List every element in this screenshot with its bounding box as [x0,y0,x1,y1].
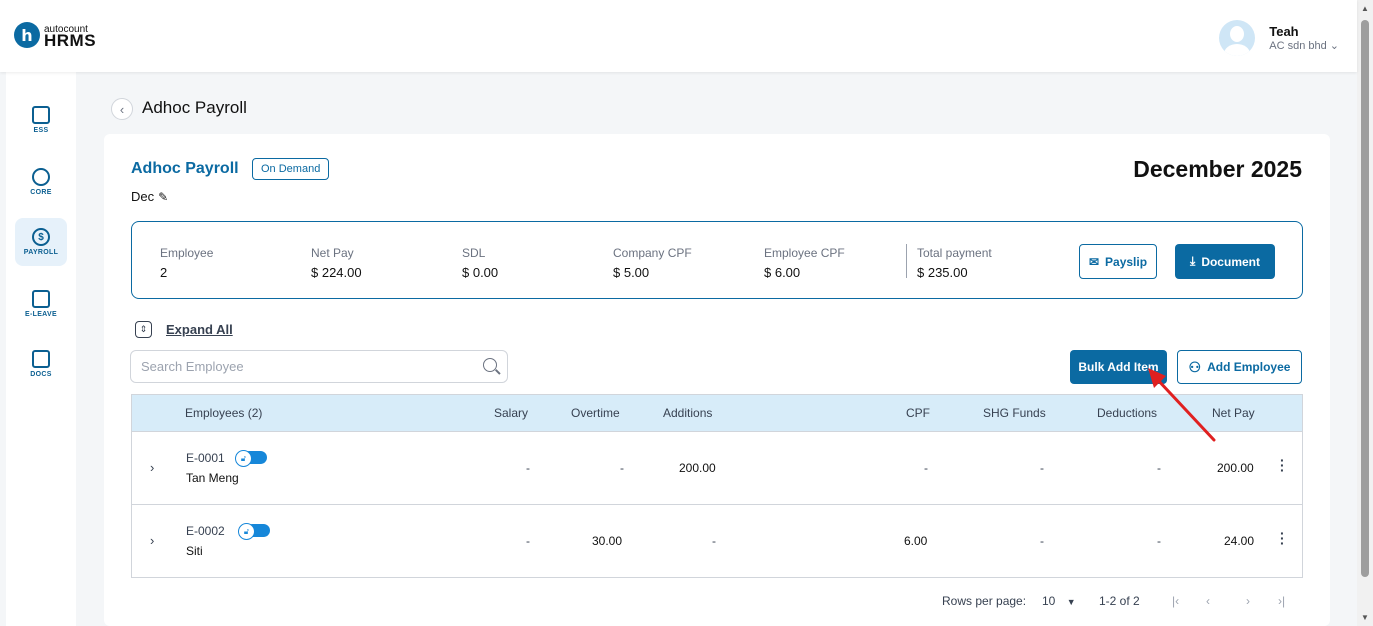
payroll-summary: Employee 2 Net Pay $ 224.00 SDL $ 0.00 C… [131,221,1303,299]
cell-additions: 200.00 [679,461,716,475]
user-menu[interactable]: Teah AC sdn bhd ⌄ [1219,20,1339,56]
download-icon: ⤓ [1190,254,1196,268]
summary-divider [906,244,907,278]
first-page-icon[interactable]: |‹ [1172,594,1179,608]
cell-salary: - [526,534,530,548]
annotation-arrow-icon [1148,368,1216,442]
sidebar-item-core[interactable]: CORE [15,158,67,206]
logo-mark: h [14,22,40,48]
cell-cpf: - [924,461,928,475]
chevron-right-icon[interactable]: › [150,533,154,548]
summary-company-cpf: Company CPF $ 5.00 [613,246,692,280]
more-options-icon[interactable]: · · · [1280,453,1285,477]
user-name: Teah [1269,24,1299,39]
cell-net-pay: 24.00 [1224,534,1255,548]
sidebar-item-ess[interactable]: ESS [15,96,67,144]
rows-per-page-select[interactable]: 10 ▼ [1042,594,1076,608]
cube-icon [32,168,50,186]
payroll-period: Dec ✎ [131,189,169,204]
id-card-icon [32,106,50,124]
header-additions: Additions [663,406,713,420]
header-employees: Employees (2) [185,406,263,420]
prev-page-icon[interactable]: ‹ [1206,594,1210,608]
table-row[interactable]: › E-0002 🔓︎ Siti - 30.00 - 6.00 - - 24.0… [132,504,1302,577]
page-title: Adhoc Payroll [142,98,247,117]
cell-overtime: 30.00 [592,534,623,548]
summary-employee-cpf: Employee CPF $ 6.00 [764,246,845,280]
summary-total-payment: Total payment $ 235.00 [917,246,992,280]
table-row[interactable]: › E-0001 🔓︎ Tan Meng - - 200.00 - - - 20… [132,431,1302,504]
lock-toggle[interactable]: 🔓︎ [238,523,270,540]
mail-icon: ✉ [1088,254,1100,269]
employee-name: Tan Meng [186,471,239,485]
lock-toggle[interactable]: 🔓︎ [235,450,267,467]
cell-deductions: - [1157,534,1161,548]
scroll-down-icon[interactable]: ▼ [1361,613,1369,622]
chevron-down-icon: ⌄ [1329,40,1339,52]
search-icon[interactable] [483,358,497,372]
sidebar-item-docs[interactable]: DOCS [15,340,67,388]
cell-salary: - [526,461,530,475]
logo-title: HRMS [44,31,97,50]
rows-per-page-label: Rows per page: [942,594,1027,608]
summary-employee: Employee 2 [160,246,214,280]
cell-additions: - [712,534,716,548]
user-company: AC sdn bhd [1269,40,1327,52]
sidebar-item-payroll[interactable]: $ PAYROLL [15,218,67,266]
sidebar: ESS CORE $ PAYROLL E-LEAVE DOCS [6,72,76,626]
chevron-right-icon[interactable]: › [150,460,154,475]
payslip-button[interactable]: ✉ Payslip [1079,244,1157,279]
summary-sdl: SDL $ 0.00 [462,246,499,280]
header-shg-funds: SHG Funds [983,406,1046,420]
unlock-icon: 🔓︎ [235,450,252,467]
cell-net-pay: 200.00 [1217,461,1254,475]
payroll-month: December 2025 [1133,156,1302,182]
avatar [1219,20,1256,56]
next-page-icon[interactable]: › [1246,594,1250,608]
cell-shg-funds: - [1040,461,1044,475]
chevron-left-icon: ‹ [119,101,125,117]
chart-document-icon [32,350,50,368]
scroll-up-icon[interactable]: ▲ [1361,4,1369,13]
sidebar-item-eleave[interactable]: E-LEAVE [15,280,67,328]
header-overtime: Overtime [571,406,620,420]
cell-deductions: - [1157,461,1161,475]
calendar-icon [32,290,50,308]
table-header: Employees (2) Salary Overtime Additions … [132,395,1302,431]
status-badge: On Demand [252,158,330,180]
document-button[interactable]: ⤓ Document [1175,244,1275,279]
employee-name: Siti [186,544,203,558]
summary-net-pay: Net Pay $ 224.00 [311,246,362,280]
scroll-thumb[interactable] [1361,20,1369,577]
dollar-circle-icon: $ [32,228,50,246]
caret-down-icon: ▼ [1066,597,1076,607]
header-cpf: CPF [906,406,930,420]
search-box [130,350,508,383]
app-logo[interactable]: h autocount HRMS [14,22,97,50]
employee-id: E-0001 [186,451,225,465]
pagination-range: 1-2 of 2 [1099,594,1140,608]
cell-shg-funds: - [1040,534,1044,548]
page-scrollbar[interactable]: ▲ ▼ [1357,0,1373,626]
payroll-title: Adhoc Payroll [131,160,239,177]
more-options-icon[interactable]: · · · [1280,526,1285,550]
top-bar: h autocount HRMS Teah AC sdn bhd ⌄ [0,0,1357,72]
cell-overtime: - [620,461,624,475]
header-salary: Salary [494,406,529,420]
cell-cpf: 6.00 [904,534,928,548]
search-input[interactable] [131,351,471,382]
pencil-icon[interactable]: ✎ [158,190,168,204]
expand-all-toggle[interactable]: ⇕ Expand All [135,321,233,338]
last-page-icon[interactable]: ›| [1278,594,1285,608]
employee-id: E-0002 [186,524,225,538]
back-button[interactable]: ‹ [111,98,133,120]
unlock-icon: 🔓︎ [238,523,255,540]
employee-table: Employees (2) Salary Overtime Additions … [131,394,1303,578]
expand-icon: ⇕ [135,321,152,338]
